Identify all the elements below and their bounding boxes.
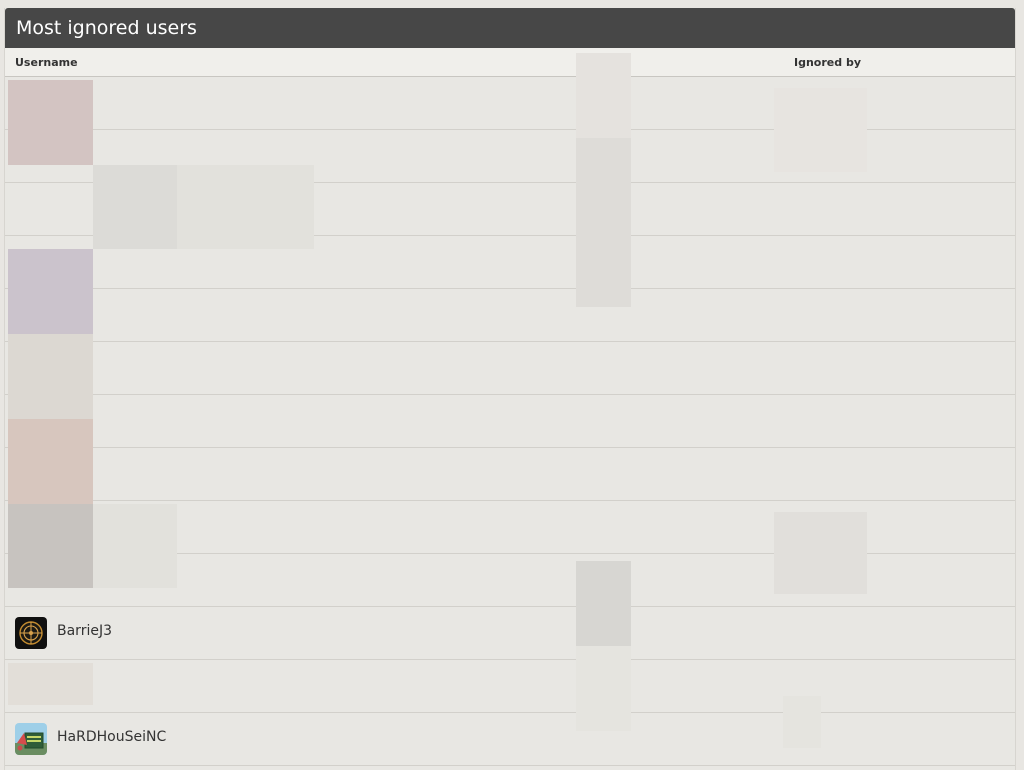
- blurred-avatar: [93, 165, 177, 249]
- blurred-avatar: [8, 663, 93, 705]
- redaction-column: [576, 138, 631, 307]
- blurred-avatar: [8, 419, 93, 504]
- blurred-avatar: [8, 334, 93, 419]
- redacted-count: [783, 696, 821, 748]
- table-row: [5, 342, 1015, 395]
- table-header: Username Ignored by: [5, 48, 1015, 77]
- blurred-name-area: [93, 504, 177, 588]
- most-ignored-users-panel: Most ignored users Username Ignored by B…: [4, 8, 1016, 770]
- table-row: HaRDHouSeiNC: [5, 713, 1015, 766]
- redacted-count: [774, 512, 867, 594]
- table-row: [5, 395, 1015, 448]
- avatar-compass-icon: [15, 617, 47, 649]
- table-row: [5, 289, 1015, 342]
- username-link[interactable]: BarrieJ3: [57, 623, 112, 639]
- redacted-count: [774, 88, 867, 172]
- page: Most ignored users Username Ignored by B…: [0, 0, 1024, 770]
- blurred-avatar: [8, 80, 93, 165]
- avatar[interactable]: [15, 723, 47, 755]
- redaction-column: [576, 561, 631, 646]
- table-row: [5, 660, 1015, 713]
- table-row: BarrieJ3: [5, 607, 1015, 660]
- blurred-avatar: [8, 504, 93, 588]
- redaction-column: [576, 646, 631, 731]
- ignored-by-column-header[interactable]: Ignored by: [794, 56, 861, 69]
- username-column-header[interactable]: Username: [15, 56, 78, 69]
- avatar-store-icon: [15, 723, 47, 755]
- username-link[interactable]: HaRDHouSeiNC: [57, 729, 166, 745]
- avatar[interactable]: [15, 617, 47, 649]
- table-row: [5, 448, 1015, 501]
- blurred-avatar: [8, 249, 93, 334]
- panel-title: Most ignored users: [5, 8, 1015, 48]
